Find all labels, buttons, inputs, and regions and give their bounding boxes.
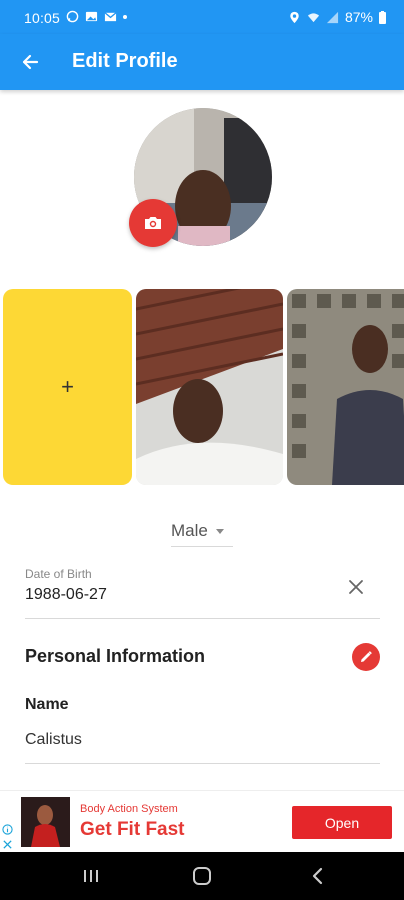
back-arrow-icon [22, 54, 39, 70]
divider [25, 763, 380, 764]
more-notifications-dot [123, 14, 127, 19]
close-icon [349, 580, 363, 594]
system-nav-bar [0, 852, 404, 900]
dob-label: Date of Birth [25, 567, 92, 581]
ad-banner[interactable]: Body Action System Get Fit Fast Open [0, 790, 404, 853]
status-bar: 10:05 87% [0, 0, 404, 34]
home-icon [193, 867, 211, 885]
gallery-photo-image [136, 289, 283, 485]
home-button[interactable] [190, 864, 214, 888]
ad-open-button[interactable]: Open [292, 806, 392, 839]
ad-headline: Get Fit Fast [80, 819, 185, 840]
edit-personal-info-button[interactable] [352, 643, 380, 671]
ad-close-icon[interactable] [2, 839, 13, 850]
nav-back-button[interactable] [305, 864, 329, 888]
recents-button[interactable] [79, 864, 103, 888]
plus-icon: + [61, 374, 74, 399]
gallery-photo[interactable] [136, 289, 283, 485]
gallery-icon [85, 11, 98, 22]
chevron-down-icon [215, 528, 224, 534]
page-title: Edit Profile [72, 50, 178, 72]
gender-value: Male [171, 521, 208, 540]
ad-thumbnail-image [21, 797, 70, 847]
add-photo-button[interactable]: + [3, 289, 132, 485]
location-icon [290, 11, 299, 23]
signal-icon [326, 11, 339, 23]
back-icon [312, 867, 323, 885]
ad-thumbnail [21, 797, 70, 847]
clear-dob-button[interactable] [345, 576, 367, 598]
gender-select[interactable]: Male [171, 516, 233, 547]
wifi-icon [307, 12, 320, 22]
ad-info-icon[interactable] [2, 824, 13, 835]
section-title: Personal Information [25, 646, 206, 666]
battery-icon [379, 10, 386, 24]
mail-icon [104, 12, 117, 22]
back-button[interactable] [14, 46, 46, 78]
name-value: Calistus [25, 731, 82, 748]
battery-percent: 87% [344, 9, 373, 25]
gallery-photo[interactable] [287, 289, 404, 485]
camera-icon [145, 217, 161, 229]
status-time: 10:05 [24, 10, 61, 26]
dob-value[interactable]: 1988-06-27 [25, 586, 107, 604]
photo-gallery: + [0, 288, 404, 486]
ad-subtitle: Body Action System [80, 803, 178, 815]
pencil-icon [361, 651, 372, 662]
name-label: Name [25, 696, 69, 713]
gallery-photo-image [287, 289, 404, 485]
whatsapp-icon [66, 10, 79, 23]
app-bar: Edit Profile [0, 34, 404, 90]
change-photo-button[interactable] [129, 199, 177, 247]
system-icons: 87% [288, 9, 386, 25]
notification-icons [66, 10, 127, 23]
recents-icon [84, 870, 98, 882]
